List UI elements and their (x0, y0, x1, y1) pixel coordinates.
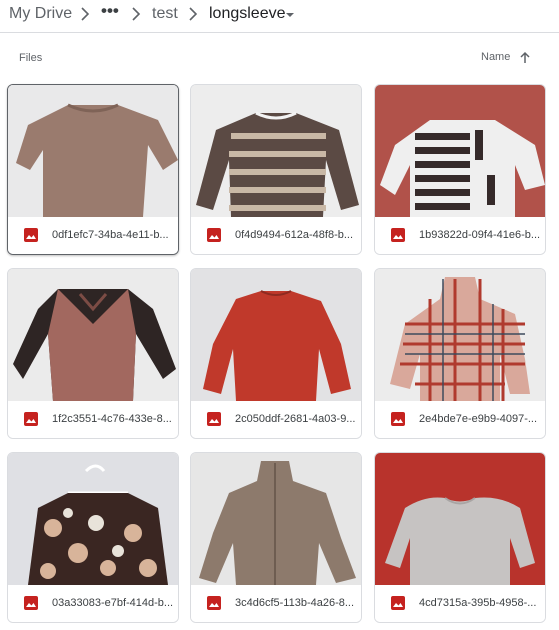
image-icon (207, 228, 221, 242)
file-card[interactable]: 1f2c3551-4c76-433e-8... (7, 268, 179, 439)
caret-down-icon[interactable] (284, 10, 296, 20)
file-thumbnail (8, 85, 178, 217)
file-thumbnail (191, 269, 361, 401)
file-thumbnail (8, 269, 178, 401)
image-icon (207, 596, 221, 610)
chevron-right-icon (81, 7, 90, 21)
file-name: 0df1efc7-34ba-4e11-b... (52, 229, 169, 241)
file-name: 03a33083-e7bf-414d-b... (52, 597, 174, 609)
file-name: 1f2c3551-4c76-433e-8... (52, 413, 172, 425)
file-name: 3c4d6cf5-113b-4a26-8... (235, 597, 355, 609)
breadcrumb: My Drive ••• test longsleeve (0, 0, 559, 33)
file-thumbnail (375, 85, 545, 217)
file-name: 2c050ddf-2681-4a03-9... (235, 413, 356, 425)
sort-by-name-button[interactable]: Name (481, 51, 510, 63)
file-card[interactable]: 2e4bde7e-e9b9-4097-... (374, 268, 546, 439)
file-thumbnail (8, 453, 178, 585)
file-card[interactable]: 4cd7315a-395b-4958-... (374, 452, 546, 623)
file-card[interactable]: 0f4d9494-612a-48f8-b... (190, 84, 362, 255)
file-name: 1b93822d-09f4-41e6-b... (419, 229, 541, 241)
file-name: 0f4d9494-612a-48f8-b... (235, 229, 354, 241)
breadcrumb-my-drive[interactable]: My Drive (9, 3, 72, 25)
breadcrumb-current-folder[interactable]: longsleeve (209, 3, 286, 25)
file-card[interactable]: 03a33083-e7bf-414d-b... (7, 452, 179, 623)
image-icon (391, 228, 405, 242)
breadcrumb-more[interactable]: ••• (101, 0, 119, 22)
file-thumbnail (375, 269, 545, 401)
file-name: 4cd7315a-395b-4958-... (419, 597, 537, 609)
file-card[interactable]: 2c050ddf-2681-4a03-9... (190, 268, 362, 439)
file-thumbnail (191, 453, 361, 585)
file-thumbnail (191, 85, 361, 217)
chevron-right-icon (132, 7, 141, 21)
chevron-right-icon (189, 7, 198, 21)
image-icon (24, 596, 38, 610)
arrow-up-icon[interactable] (518, 51, 532, 65)
files-section-label: Files (19, 52, 43, 64)
file-card[interactable]: 1b93822d-09f4-41e6-b... (374, 84, 546, 255)
image-icon (391, 412, 405, 426)
image-icon (24, 412, 38, 426)
file-name: 2e4bde7e-e9b9-4097-... (419, 413, 538, 425)
file-card[interactable]: 3c4d6cf5-113b-4a26-8... (190, 452, 362, 623)
breadcrumb-test[interactable]: test (152, 3, 178, 25)
image-icon (391, 596, 405, 610)
file-card[interactable]: 0df1efc7-34ba-4e11-b... (7, 84, 179, 255)
image-icon (207, 412, 221, 426)
file-thumbnail (375, 453, 545, 585)
image-icon (24, 228, 38, 242)
